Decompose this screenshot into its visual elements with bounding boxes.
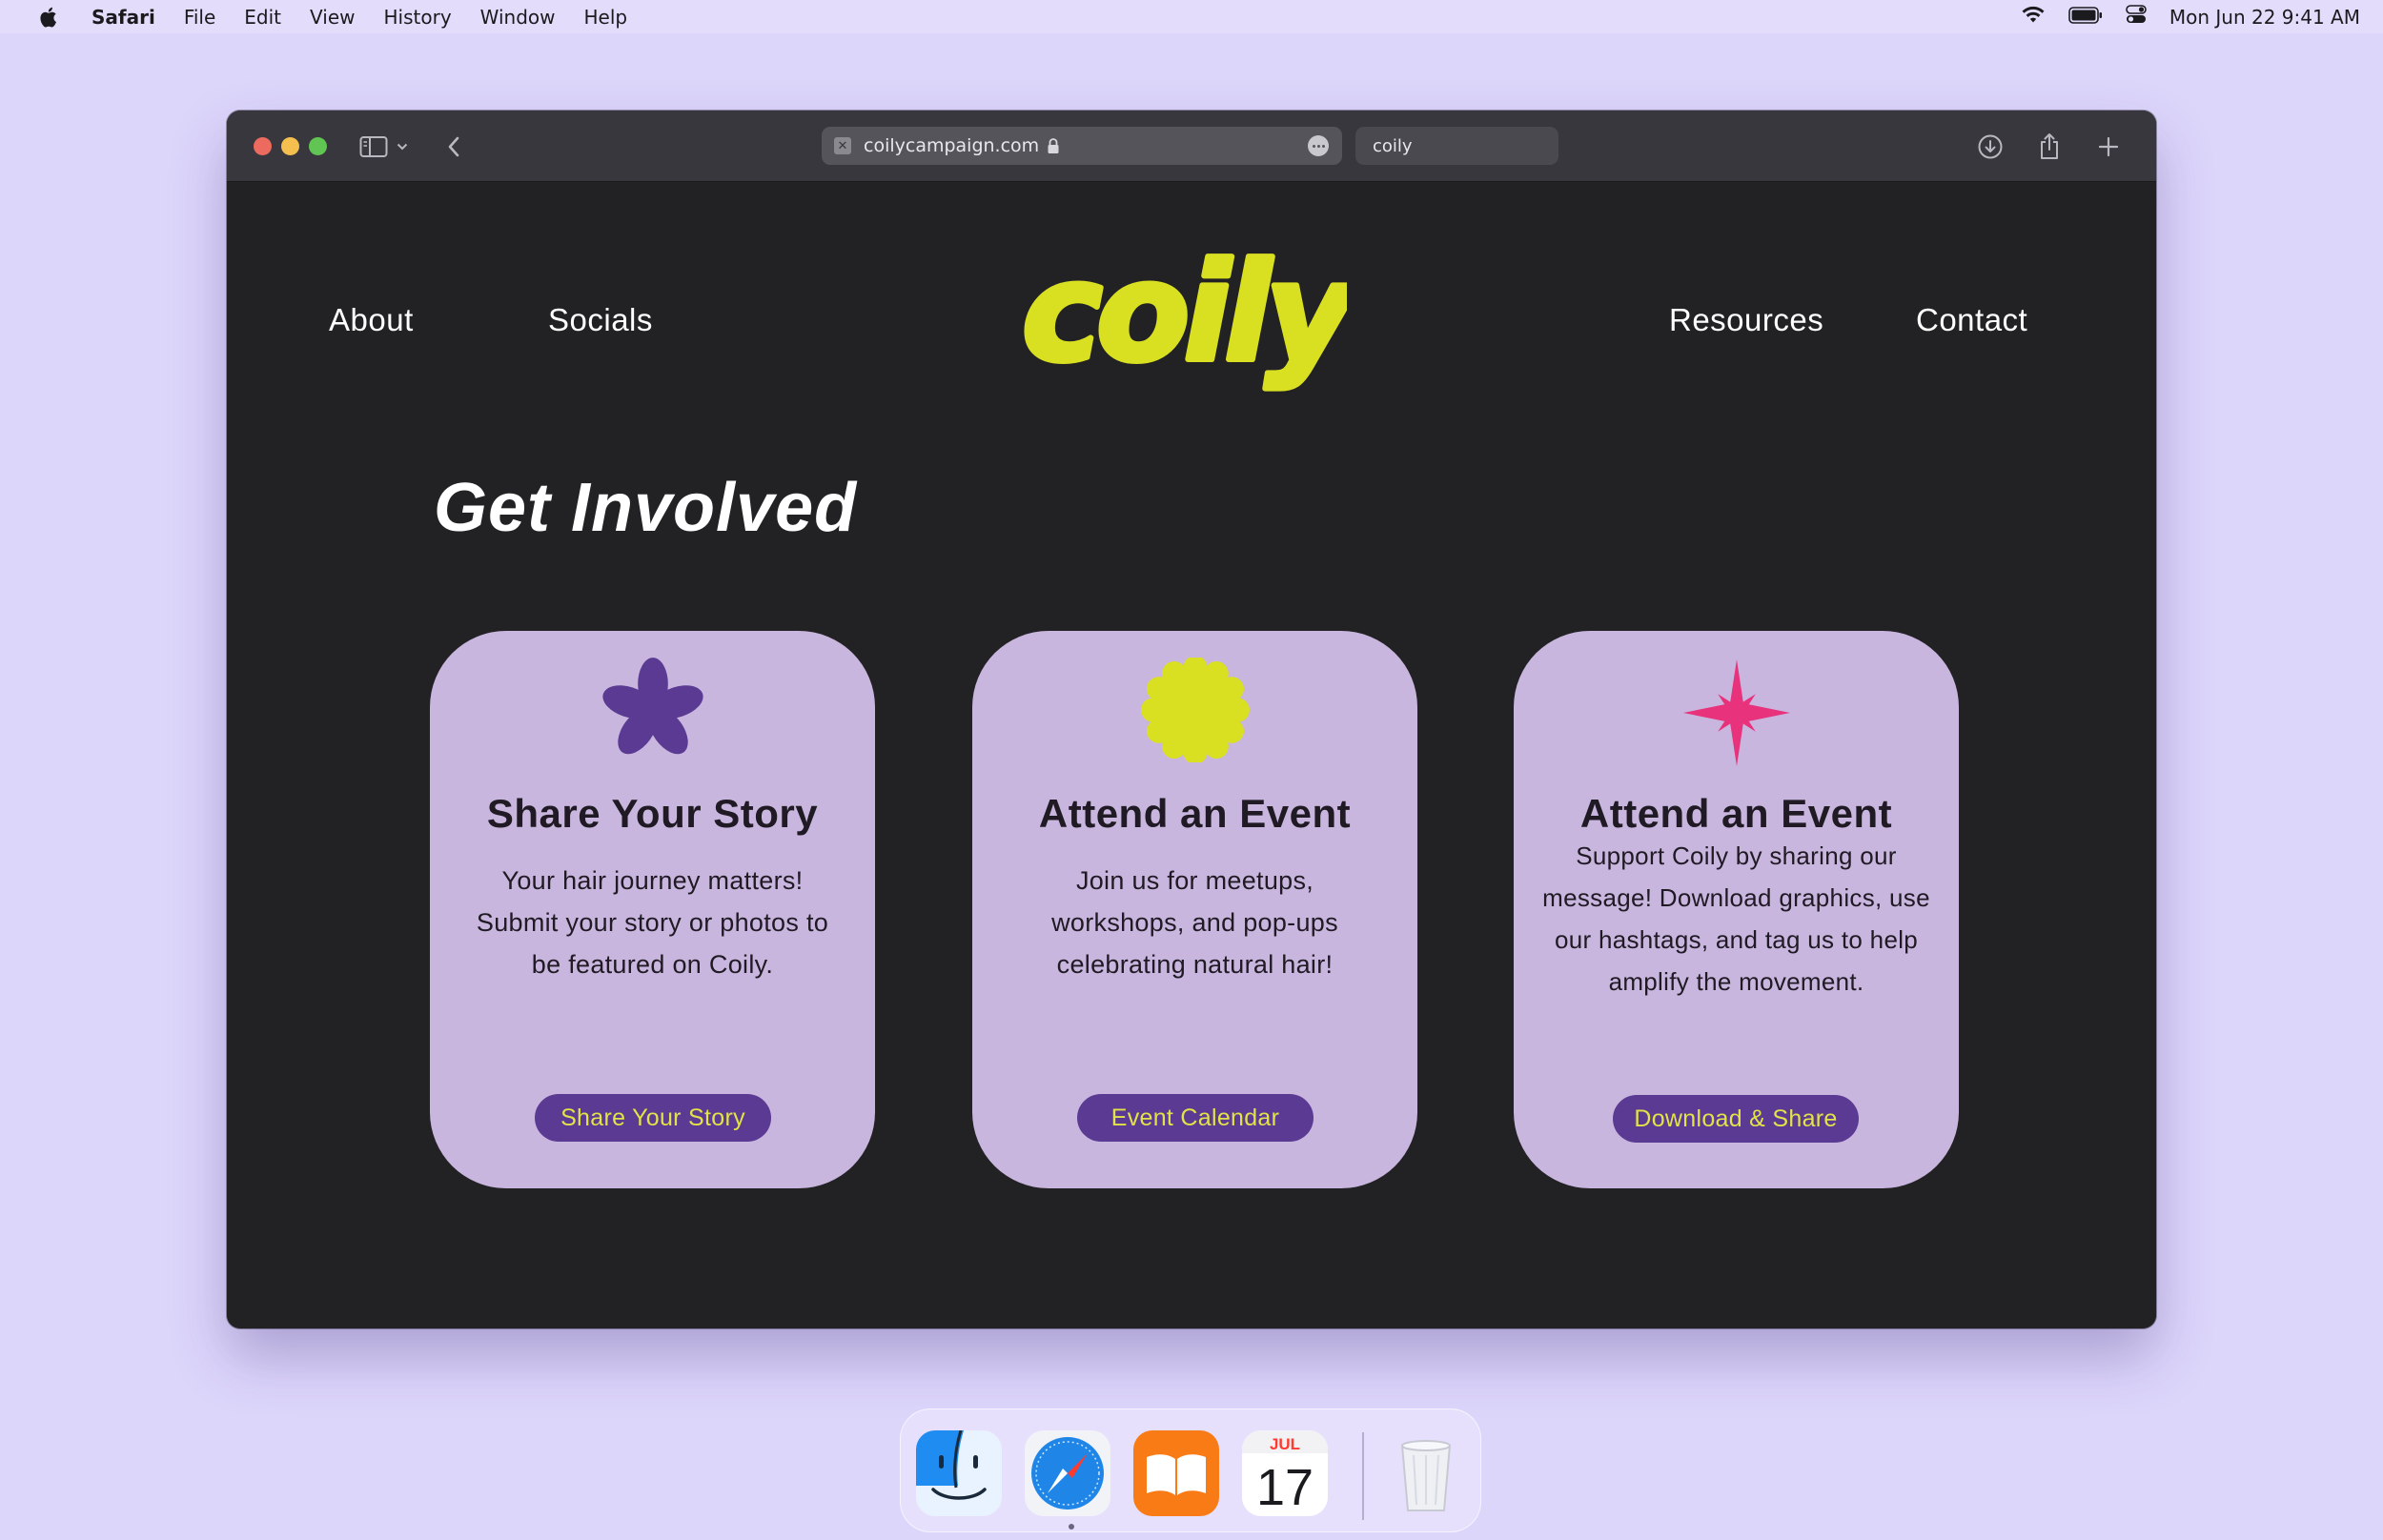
- purple-flower-icon: [430, 658, 875, 762]
- downloads-icon[interactable]: [1975, 132, 2006, 162]
- apple-menu-icon[interactable]: [36, 5, 59, 30]
- card-title: Attend an Event: [1038, 791, 1352, 836]
- finder-icon[interactable]: [916, 1430, 1002, 1516]
- lock-icon: [1047, 137, 1060, 154]
- pink-sparkle-icon: [1514, 658, 1959, 768]
- menu-view[interactable]: View: [310, 6, 355, 29]
- safari-running-indicator: [1069, 1524, 1074, 1530]
- site-favicon-icon: ✕: [834, 137, 851, 154]
- card-attend-event: Attend an Event Join us for meetups, wor…: [972, 631, 1417, 1188]
- yellow-badge-icon: [972, 658, 1417, 762]
- new-tab-plus-icon[interactable]: [2093, 132, 2124, 162]
- dock: JUL 17: [900, 1408, 1481, 1532]
- wifi-icon[interactable]: [2021, 5, 2046, 29]
- address-bar-url: coilycampaign.com: [864, 135, 1040, 156]
- download-and-share-button[interactable]: Download & Share: [1613, 1095, 1859, 1143]
- menu-file[interactable]: File: [184, 6, 215, 29]
- minimize-window-button[interactable]: [281, 137, 299, 155]
- menu-edit[interactable]: Edit: [244, 6, 281, 29]
- dock-separator: [1362, 1432, 1364, 1520]
- menu-history[interactable]: History: [384, 6, 452, 29]
- card-description: Join us for meetups, workshops, and pop-…: [1051, 866, 1338, 979]
- page-menu-icon[interactable]: [1308, 135, 1329, 156]
- nav-socials-link[interactable]: Socials: [548, 302, 653, 338]
- close-window-button[interactable]: [254, 137, 272, 155]
- browser-toolbar: ✕ coilycampaign.com coily: [227, 111, 2156, 182]
- coily-logo[interactable]: coily: [1019, 231, 1367, 402]
- control-center-icon[interactable]: [2126, 4, 2147, 30]
- page-heading: Get Involved: [434, 470, 858, 546]
- safari-icon[interactable]: [1025, 1430, 1110, 1516]
- card-description: Support Coily by sharing our message! Do…: [1542, 841, 1930, 996]
- calendar-icon[interactable]: JUL 17: [1242, 1430, 1328, 1516]
- card-download-share: Attend an Event Support Coily by sharing…: [1514, 631, 1959, 1188]
- menu-window[interactable]: Window: [480, 6, 556, 29]
- menu-app-name[interactable]: Safari: [92, 6, 155, 29]
- card-title: Attend an Event: [1579, 791, 1893, 836]
- battery-icon[interactable]: [2068, 6, 2103, 29]
- card-share-story: Share Your Story Your hair journey matte…: [430, 631, 875, 1188]
- sidebar-toggle-icon[interactable]: [358, 133, 389, 160]
- calendar-month: JUL: [1270, 1435, 1300, 1453]
- menu-bar: Safari File Edit View History Window Hel…: [0, 0, 2383, 33]
- card-title: Share Your Story: [486, 791, 819, 836]
- card-description: Your hair journey matters! Submit your s…: [476, 866, 829, 979]
- address-bar[interactable]: ✕ coilycampaign.com: [822, 127, 1342, 165]
- trash-icon[interactable]: [1383, 1430, 1469, 1516]
- menu-clock[interactable]: Mon Jun 22 9:41 AM: [2169, 6, 2360, 29]
- share-icon[interactable]: [2034, 130, 2065, 162]
- web-page: About Socials coily Resources Contact Ge…: [227, 183, 2156, 1328]
- search-field[interactable]: coily: [1355, 127, 1558, 165]
- calendar-day: 17: [1256, 1459, 1314, 1516]
- nav-contact-link[interactable]: Contact: [1916, 302, 2027, 338]
- books-icon[interactable]: [1133, 1430, 1219, 1516]
- search-field-text: coily: [1373, 135, 1413, 156]
- back-arrow-icon[interactable]: [442, 133, 465, 160]
- browser-window: ✕ coilycampaign.com coily About Socials …: [227, 111, 2156, 1328]
- nav-resources-link[interactable]: Resources: [1669, 302, 1823, 338]
- chevron-down-icon[interactable]: [395, 137, 410, 156]
- nav-about-link[interactable]: About: [329, 302, 414, 338]
- event-calendar-button[interactable]: Event Calendar: [1077, 1094, 1314, 1142]
- share-your-story-button[interactable]: Share Your Story: [535, 1094, 771, 1142]
- logo-text: coily: [1023, 234, 1347, 392]
- menu-help[interactable]: Help: [584, 6, 628, 29]
- zoom-window-button[interactable]: [309, 137, 327, 155]
